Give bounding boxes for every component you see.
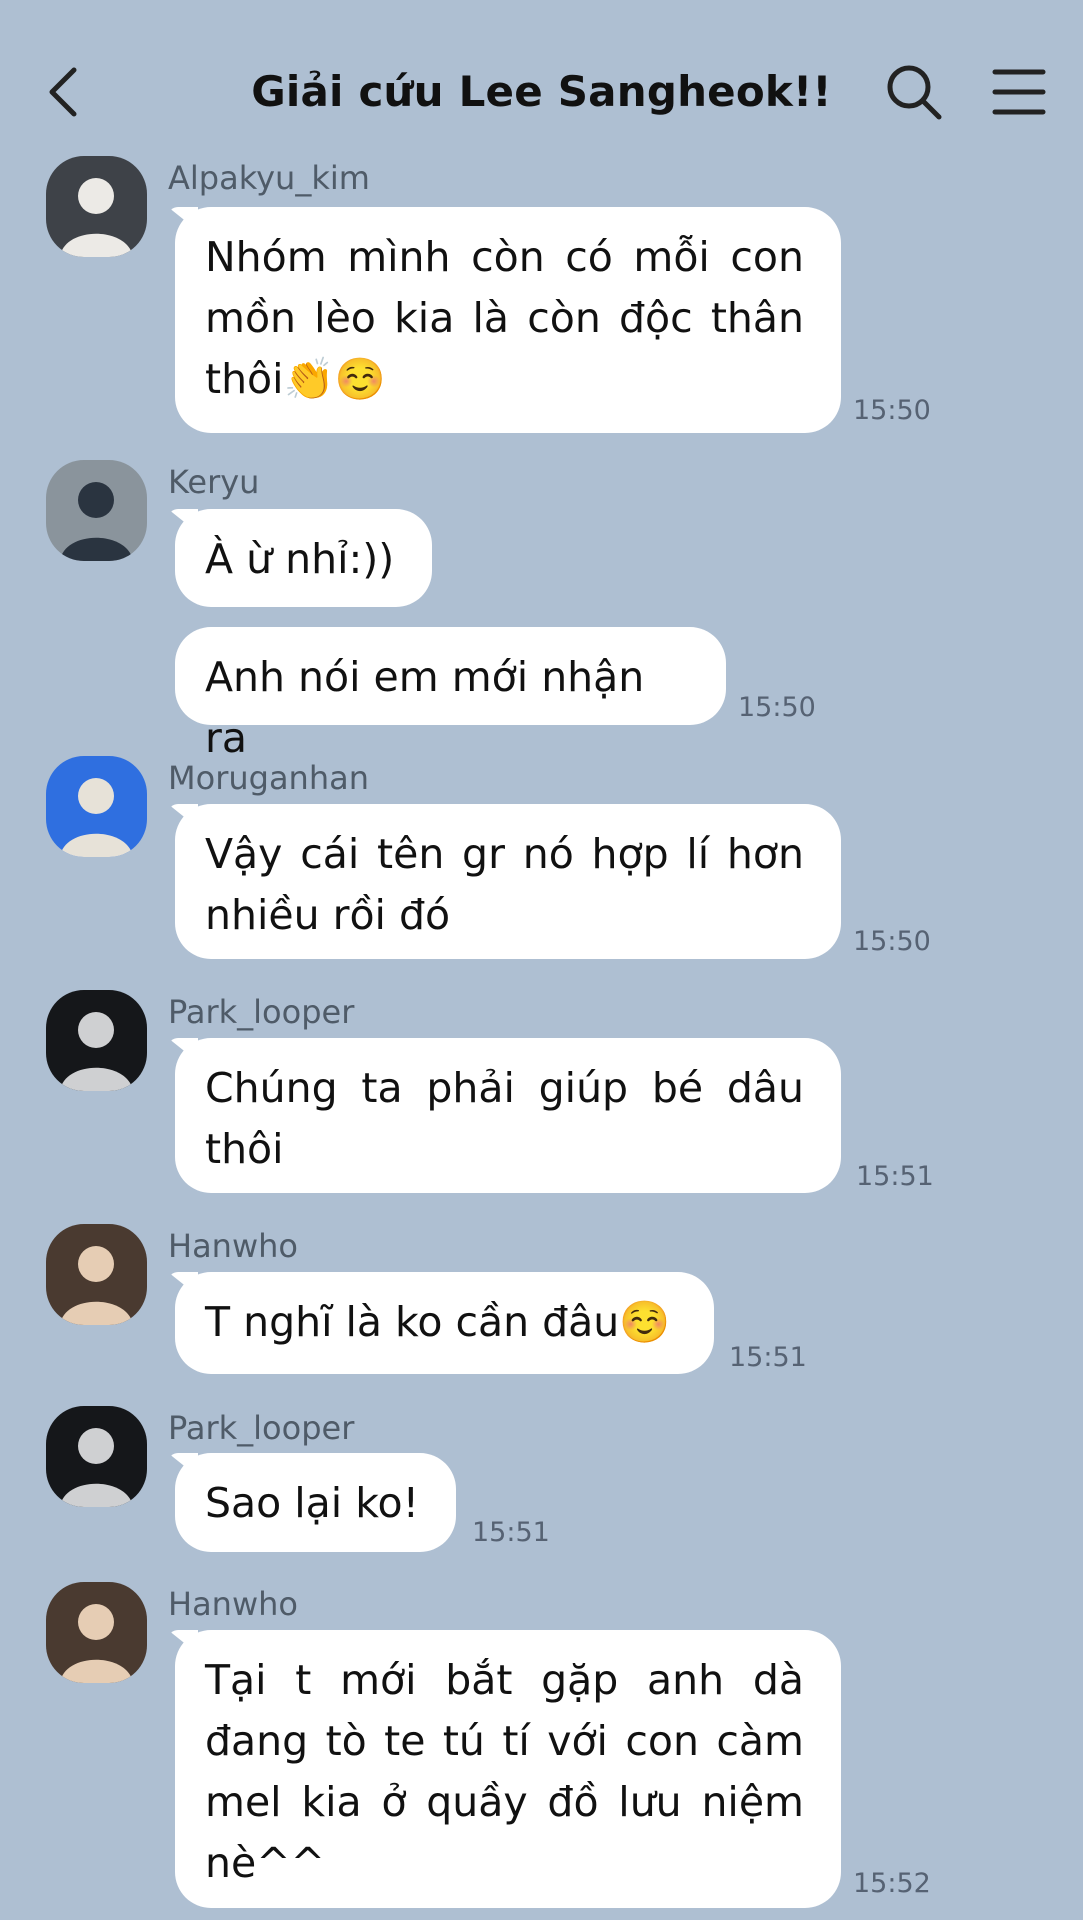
message-bubble[interactable]: Tại t mới bắt gặp anh dà đang tò te tú t… (175, 1630, 841, 1908)
message-bubble[interactable]: Sao lại ko! (175, 1453, 456, 1552)
avatar-park-looper[interactable] (46, 1406, 147, 1507)
message-bubble[interactable]: À ừ nhỉ:)) (175, 509, 432, 607)
message-bubble[interactable]: Nhóm mình còn có mỗi con mồn lèo kia là … (175, 207, 841, 433)
message-timestamp: 15:51 (472, 1517, 550, 1548)
sender-name: Moruganhan (168, 759, 369, 797)
message-text: Chúng ta phải giúp bé dâu thôi (205, 1064, 804, 1173)
message-bubble[interactable]: Vậy cái tên gr nó hợp lí hơn nhiều rồi đ… (175, 804, 841, 959)
chat-header: Giải cứu Lee Sangheok!! (0, 0, 1083, 160)
message-text: T nghĩ là ko cần đâu☺️ (205, 1298, 671, 1346)
message-timestamp: 15:52 (853, 1868, 931, 1899)
avatar-hanwho[interactable] (46, 1224, 147, 1325)
message-text: Vậy cái tên gr nó hợp lí hơn nhiều rồi đ… (205, 830, 804, 939)
sender-name: Park_looper (168, 1409, 355, 1447)
message-bubble[interactable]: Anh nói em mới nhận ra (175, 627, 726, 762)
search-icon (887, 65, 942, 120)
message-text: Sao lại ko! (205, 1479, 420, 1527)
hamburger-menu-icon (992, 69, 1046, 115)
avatar-moruganhan[interactable] (46, 756, 147, 857)
sender-name: Hanwho (168, 1227, 298, 1265)
search-button[interactable] (884, 62, 944, 122)
chat-title: Giải cứu Lee Sangheok!! (251, 67, 832, 116)
avatar-keryu[interactable] (46, 460, 147, 561)
message-timestamp: 15:50 (738, 692, 816, 723)
sender-name: Keryu (168, 463, 260, 501)
sender-name: Hanwho (168, 1585, 298, 1623)
sender-name: Park_looper (168, 993, 355, 1031)
message-timestamp: 15:51 (729, 1342, 807, 1373)
message-timestamp: 15:51 (856, 1161, 934, 1192)
avatar-hanwho[interactable] (46, 1582, 147, 1683)
avatar-park-looper[interactable] (46, 990, 147, 1091)
message-bubble[interactable]: Chúng ta phải giúp bé dâu thôi (175, 1038, 841, 1193)
message-bubble[interactable]: T nghĩ là ko cần đâu☺️ (175, 1272, 714, 1374)
menu-button[interactable] (990, 62, 1048, 122)
sender-name: Alpakyu_kim (168, 159, 370, 197)
message-timestamp: 15:50 (853, 395, 931, 426)
chevron-left-icon (49, 67, 77, 117)
message-text: Tại t mới bắt gặp anh dà đang tò te tú t… (205, 1656, 804, 1887)
message-text: Anh nói em mới nhận ra (205, 653, 645, 762)
avatar-alpakyu-kim[interactable] (46, 156, 147, 257)
message-text: À ừ nhỉ:)) (205, 535, 395, 583)
message-timestamp: 15:50 (853, 926, 931, 957)
back-button[interactable] (38, 62, 94, 122)
message-text: Nhóm mình còn có mỗi con mồn lèo kia là … (205, 233, 804, 403)
